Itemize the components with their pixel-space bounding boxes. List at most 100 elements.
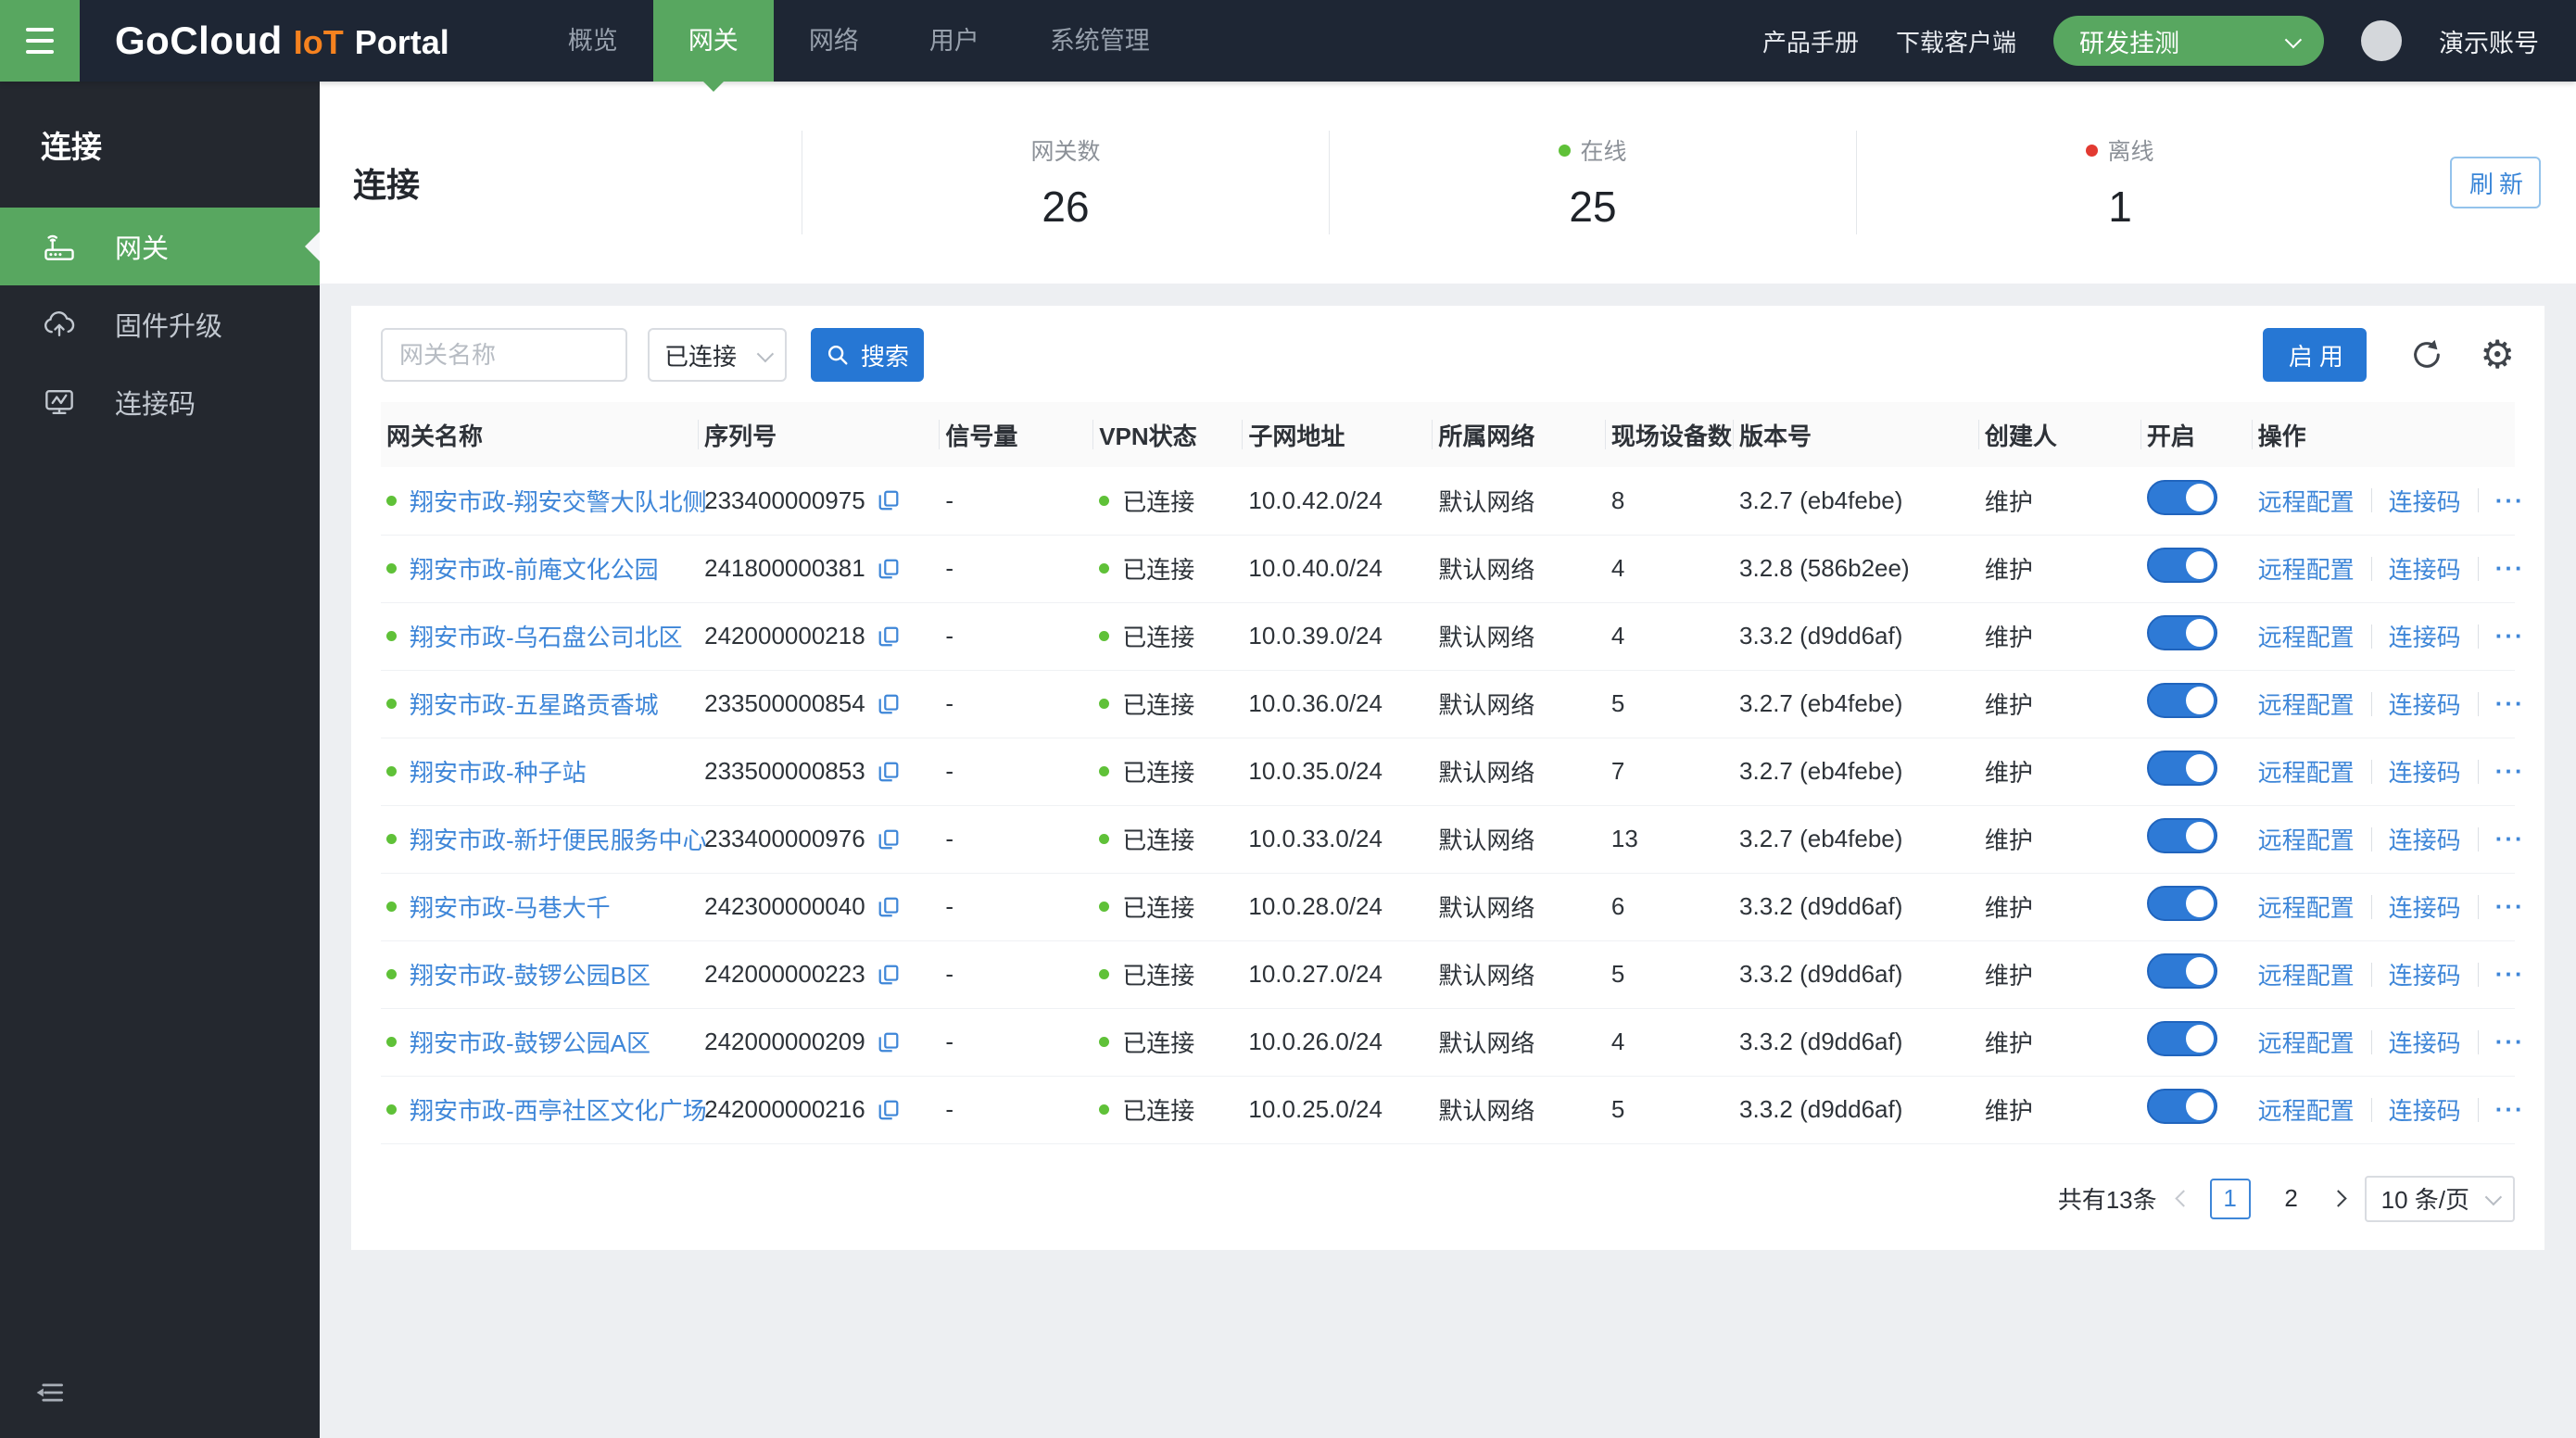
connection-code-link[interactable]: 连接码 bbox=[2389, 551, 2461, 586]
more-actions-button[interactable]: ··· bbox=[2495, 689, 2525, 718]
gateway-name-link[interactable]: 翔安市政-新圩便民服务中心 bbox=[410, 822, 707, 856]
connection-code-link[interactable]: 连接码 bbox=[2389, 687, 2461, 721]
connection-code-link[interactable]: 连接码 bbox=[2389, 619, 2461, 653]
copy-icon[interactable] bbox=[877, 895, 901, 919]
nav-item-users[interactable]: 用户 bbox=[894, 0, 1015, 82]
copy-icon[interactable] bbox=[877, 692, 901, 716]
gateway-name-link[interactable]: 翔安市政-鼓锣公园B区 bbox=[410, 957, 650, 991]
connection-code-link[interactable]: 连接码 bbox=[2389, 957, 2461, 991]
collapse-sidebar-button[interactable] bbox=[33, 1376, 67, 1414]
gateway-name-link[interactable]: 翔安市政-西亭社区文化广场 bbox=[410, 1092, 707, 1127]
page-size-select[interactable]: 10 条/页 bbox=[2365, 1176, 2515, 1222]
column-header[interactable]: 序列号 bbox=[699, 402, 940, 467]
remote-config-link[interactable]: 远程配置 bbox=[2258, 619, 2355, 653]
gateway-name-link[interactable]: 翔安市政-鼓锣公园A区 bbox=[410, 1025, 650, 1059]
more-actions-button[interactable]: ··· bbox=[2495, 1028, 2525, 1056]
avatar[interactable] bbox=[2361, 20, 2402, 61]
toggle-switch[interactable] bbox=[2147, 615, 2217, 650]
hamburger-menu-button[interactable] bbox=[0, 0, 80, 82]
gateway-name-link[interactable]: 翔安市政-种子站 bbox=[410, 754, 587, 788]
remote-config-link[interactable]: 远程配置 bbox=[2258, 551, 2355, 586]
settings-button[interactable]: ⚙ bbox=[2480, 335, 2515, 374]
connection-code-link[interactable]: 连接码 bbox=[2389, 822, 2461, 856]
page-1-button[interactable]: 1 bbox=[2210, 1179, 2251, 1219]
toggle-switch[interactable] bbox=[2147, 480, 2217, 515]
toggle-switch[interactable] bbox=[2147, 886, 2217, 921]
column-header[interactable]: 创建人 bbox=[1979, 402, 2141, 467]
copy-icon[interactable] bbox=[877, 760, 901, 784]
column-header[interactable]: 版本号 bbox=[1734, 402, 1979, 467]
toggle-switch[interactable] bbox=[2147, 548, 2217, 583]
more-actions-button[interactable]: ··· bbox=[2495, 757, 2525, 786]
connection-code-link[interactable]: 连接码 bbox=[2389, 1025, 2461, 1059]
reload-button[interactable] bbox=[2409, 337, 2444, 372]
connection-code-link[interactable]: 连接码 bbox=[2389, 754, 2461, 788]
column-header[interactable]: VPN状态 bbox=[1093, 402, 1243, 467]
connection-code-link[interactable]: 连接码 bbox=[2389, 1092, 2461, 1127]
gateway-name-input[interactable] bbox=[381, 328, 627, 382]
remote-config-link[interactable]: 远程配置 bbox=[2258, 1025, 2355, 1059]
sidebar-item-connection-code[interactable]: 连接码 bbox=[0, 363, 320, 441]
gateway-name-link[interactable]: 翔安市政-前庵文化公园 bbox=[410, 551, 659, 586]
more-actions-button[interactable]: ··· bbox=[2495, 486, 2525, 515]
next-page-button[interactable] bbox=[2330, 1190, 2346, 1206]
nav-item-network[interactable]: 网络 bbox=[774, 0, 894, 82]
remote-config-link[interactable]: 远程配置 bbox=[2258, 957, 2355, 991]
copy-icon[interactable] bbox=[877, 624, 901, 649]
cell-serial: 233500000853 bbox=[699, 738, 940, 805]
download-client-link[interactable]: 下载客户端 bbox=[1896, 24, 2016, 58]
toggle-switch[interactable] bbox=[2147, 683, 2217, 718]
search-button[interactable]: 搜索 bbox=[811, 328, 924, 382]
more-actions-button[interactable]: ··· bbox=[2495, 1095, 2525, 1124]
nav-item-gateway[interactable]: 网关 bbox=[653, 0, 774, 82]
remote-config-link[interactable]: 远程配置 bbox=[2258, 889, 2355, 924]
column-header[interactable]: 操作 bbox=[2253, 402, 2515, 467]
column-header[interactable]: 现场设备数 bbox=[1606, 402, 1734, 467]
column-header[interactable]: 所属网络 bbox=[1433, 402, 1606, 467]
page-2-button[interactable]: 2 bbox=[2271, 1179, 2312, 1219]
sidebar-item-gateway[interactable]: 网关 bbox=[0, 208, 320, 285]
toggle-switch[interactable] bbox=[2147, 751, 2217, 786]
column-header[interactable]: 信号量 bbox=[940, 402, 1093, 467]
more-actions-button[interactable]: ··· bbox=[2495, 960, 2525, 989]
more-actions-button[interactable]: ··· bbox=[2495, 622, 2525, 650]
toggle-switch[interactable] bbox=[2147, 1089, 2217, 1124]
remote-config-link[interactable]: 远程配置 bbox=[2258, 1092, 2355, 1127]
gateway-name-link[interactable]: 翔安市政-马巷大千 bbox=[410, 889, 611, 924]
env-select[interactable]: 研发挂测 bbox=[2053, 16, 2324, 66]
connection-code-link[interactable]: 连接码 bbox=[2389, 484, 2461, 518]
remote-config-link[interactable]: 远程配置 bbox=[2258, 687, 2355, 721]
remote-config-link[interactable]: 远程配置 bbox=[2258, 754, 2355, 788]
cell-subnet: 10.0.35.0/24 bbox=[1243, 738, 1433, 805]
column-header[interactable]: 开启 bbox=[2141, 402, 2253, 467]
copy-icon[interactable] bbox=[877, 488, 901, 512]
gateway-name-link[interactable]: 翔安市政-乌石盘公司北区 bbox=[410, 619, 683, 653]
more-actions-button[interactable]: ··· bbox=[2495, 892, 2525, 921]
copy-icon[interactable] bbox=[877, 1030, 901, 1054]
gateway-name-link[interactable]: 翔安市政-五星路贡香城 bbox=[410, 687, 659, 721]
remote-config-link[interactable]: 远程配置 bbox=[2258, 484, 2355, 518]
gateway-name-link[interactable]: 翔安市政-翔安交警大队北侧 bbox=[410, 484, 707, 518]
status-filter-select[interactable]: 已连接 bbox=[648, 328, 787, 382]
column-header[interactable]: 子网地址 bbox=[1243, 402, 1433, 467]
nav-item-system-admin[interactable]: 系统管理 bbox=[1015, 0, 1185, 82]
copy-icon[interactable] bbox=[877, 963, 901, 987]
connection-code-link[interactable]: 连接码 bbox=[2389, 889, 2461, 924]
copy-icon[interactable] bbox=[877, 557, 901, 581]
more-actions-button[interactable]: ··· bbox=[2495, 825, 2525, 853]
prev-page-button[interactable] bbox=[2175, 1190, 2191, 1206]
column-header[interactable]: 网关名称 bbox=[381, 402, 699, 467]
nav-item-overview[interactable]: 概览 bbox=[533, 0, 653, 82]
copy-icon[interactable] bbox=[877, 827, 901, 851]
product-manual-link[interactable]: 产品手册 bbox=[1762, 24, 1859, 58]
remote-config-link[interactable]: 远程配置 bbox=[2258, 822, 2355, 856]
toggle-switch[interactable] bbox=[2147, 1021, 2217, 1056]
copy-icon[interactable] bbox=[877, 1098, 901, 1122]
toggle-switch[interactable] bbox=[2147, 953, 2217, 989]
sidebar-item-firmware-upgrade[interactable]: 固件升级 bbox=[0, 285, 320, 363]
more-actions-button[interactable]: ··· bbox=[2495, 554, 2525, 583]
refresh-button[interactable]: 刷新 bbox=[2450, 157, 2541, 208]
toggle-switch[interactable] bbox=[2147, 818, 2217, 853]
enable-button[interactable]: 启用 bbox=[2263, 328, 2367, 382]
pagination-total: 共有13条 bbox=[2058, 1181, 2157, 1216]
